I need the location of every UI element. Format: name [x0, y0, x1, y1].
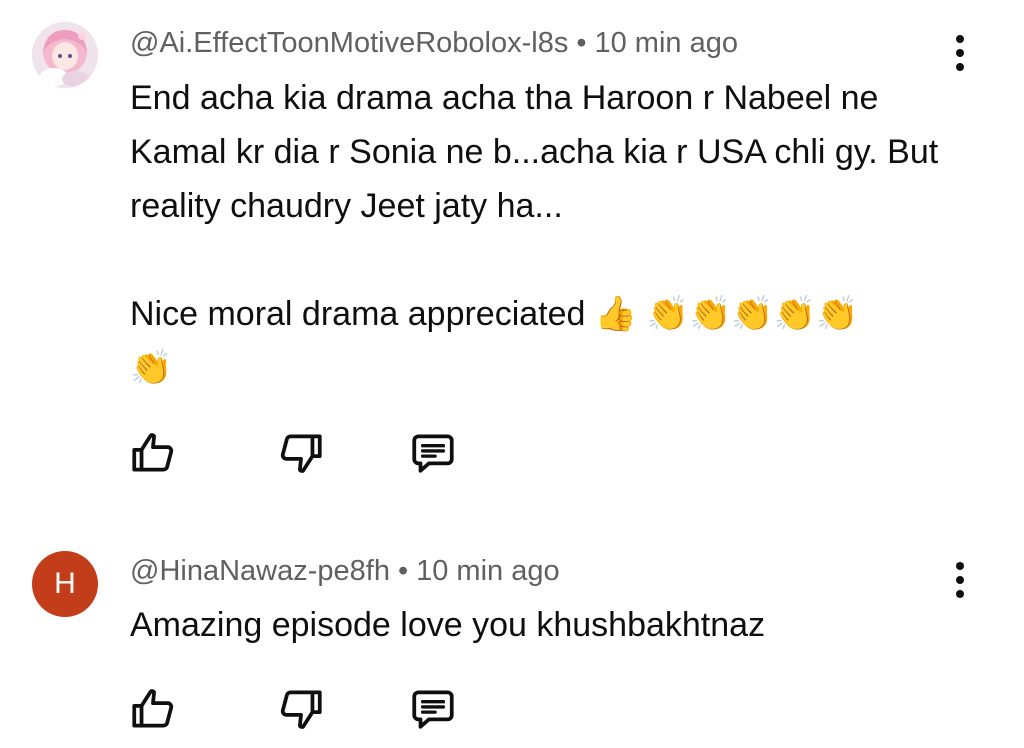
reply-comment-icon — [412, 690, 454, 729]
comment-author[interactable]: @Ai.EffectToonMotiveRobolox-l8s — [130, 27, 568, 59]
dislike-button[interactable] — [276, 684, 326, 734]
comment-time[interactable]: 10 min ago — [594, 27, 738, 59]
like-button[interactable] — [128, 428, 178, 478]
avatar[interactable] — [32, 22, 98, 88]
comment-meta: @HinaNawaz-pe8fh • 10 min ago — [130, 555, 560, 588]
dislike-button[interactable] — [276, 428, 326, 478]
like-button[interactable] — [128, 684, 178, 734]
thumb-up-icon — [132, 433, 174, 472]
comment-meta: @Ai.EffectToonMotiveRobolox-l8s • 10 min a… — [130, 27, 738, 60]
reply-button[interactable] — [408, 684, 458, 734]
comment-time[interactable]: 10 min ago — [416, 555, 560, 587]
meta-separator: • — [576, 27, 587, 59]
thumb-down-icon — [280, 690, 322, 729]
comment-text: Amazing episode love you khushbakhtnaz — [130, 606, 766, 644]
reply-comment-icon — [412, 434, 454, 473]
comment-text: End acha kia drama acha tha Haroon r Nab… — [130, 79, 939, 387]
meta-separator: • — [397, 555, 409, 587]
avatar[interactable]: H — [32, 551, 98, 617]
thumb-up-icon — [132, 689, 174, 728]
reply-button[interactable] — [408, 428, 458, 478]
thumb-down-icon — [280, 434, 322, 473]
more-vertical-icon[interactable] — [944, 29, 976, 77]
more-vertical-icon[interactable] — [944, 556, 976, 604]
comment-item: @Ai.EffectToonMotiveRobolox-l8s • 10 min a… — [0, 0, 1024, 520]
avatar-letter: H — [54, 567, 76, 600]
comment-item: H @HinaNawaz-pe8fh • 10 min ago Amazing ep… — [0, 530, 1024, 748]
comment-author[interactable]: @HinaNawaz-pe8fh — [130, 555, 390, 587]
